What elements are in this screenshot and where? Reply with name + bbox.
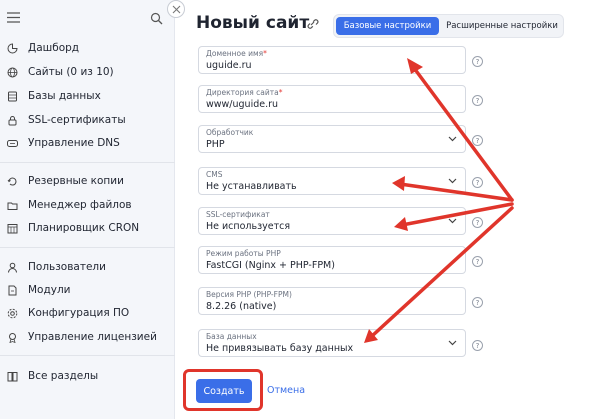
- help-icon[interactable]: ?: [472, 297, 483, 308]
- sidebar-top: [0, 8, 175, 32]
- site-directory-value: www/uguide.ru: [206, 99, 279, 110]
- sidebar-item-label: Планировщик CRON: [28, 222, 140, 234]
- chevron-down-icon: [448, 340, 457, 346]
- site-directory-label: Директория сайта*: [206, 88, 282, 97]
- sidebar-item-label: Конфигурация ПО: [28, 307, 130, 319]
- sidebar-item-label: Дашборд: [28, 42, 80, 54]
- sidebar-item-all-sections[interactable]: Все разделы: [0, 366, 175, 386]
- php-version-label: Версия PHP (PHP-FPM): [206, 290, 292, 299]
- chevron-down-icon: [448, 218, 457, 224]
- calendar-icon: [7, 223, 18, 234]
- required-mark: *: [263, 49, 267, 58]
- menu-icon[interactable]: [7, 12, 21, 24]
- lock-icon: [7, 115, 18, 126]
- sidebar-item-sites[interactable]: Сайты (0 из 10): [0, 62, 175, 82]
- sidebar-item-users[interactable]: Пользователи: [0, 257, 175, 277]
- required-mark: *: [278, 88, 283, 97]
- folder-icon: [7, 200, 18, 211]
- php-mode-value: FastCGI (Nginx + PHP-FPM): [206, 260, 335, 271]
- sidebar-divider: [0, 355, 175, 356]
- help-icon[interactable]: ?: [472, 217, 483, 228]
- domain-name-label: Доменное имя*: [206, 49, 267, 58]
- help-icon[interactable]: ?: [472, 256, 483, 267]
- php-version-select[interactable]: Версия PHP (PHP-FPM) 8.2.26 (native): [198, 287, 466, 315]
- book-icon: [7, 371, 18, 382]
- sidebar-item-label: Сайты (0 из 10): [28, 66, 114, 78]
- ssl-certificate-select[interactable]: SSL-сертификат Не используется: [198, 207, 466, 235]
- field-label-text: Доменное имя: [206, 49, 264, 58]
- dns-icon: [7, 138, 18, 149]
- create-button[interactable]: Создать: [196, 379, 252, 403]
- help-icon[interactable]: ?: [472, 95, 483, 106]
- sidebar-item-ssl[interactable]: SSL-сертификаты: [0, 110, 175, 130]
- chevron-down-icon: [448, 136, 457, 142]
- sidebar-item-dashboard[interactable]: Дашборд: [0, 38, 175, 58]
- handler-label: Обработчик: [206, 128, 254, 137]
- cms-select[interactable]: CMS Не устанавливать: [198, 167, 466, 195]
- close-button[interactable]: [167, 0, 185, 18]
- sidebar-item-cron[interactable]: Планировщик CRON: [0, 218, 175, 238]
- sidebar-item-databases[interactable]: Базы данных: [0, 86, 175, 106]
- link-icon[interactable]: [305, 16, 319, 30]
- php-mode-select[interactable]: Режим работы PHP FastCGI (Nginx + PHP-FP…: [198, 246, 466, 274]
- dashboard-icon: [7, 42, 18, 54]
- user-icon: [7, 262, 18, 273]
- settings-tabs: Базовые настройки Расширенные настройки: [333, 14, 564, 38]
- sidebar-item-label: Модули: [28, 284, 71, 296]
- sidebar-divider: [0, 247, 175, 248]
- page-title: Новый сайт: [196, 13, 310, 33]
- sidebar-item-modules[interactable]: Модули: [0, 280, 175, 300]
- domain-name-field[interactable]: Доменное имя* uguide.ru: [198, 46, 466, 74]
- close-icon: [172, 5, 180, 13]
- license-icon: [7, 332, 18, 343]
- ssl-certificate-value: Не используется: [206, 221, 291, 232]
- database-icon: [7, 91, 18, 102]
- sidebar-item-software-config[interactable]: Конфигурация ПО: [0, 303, 175, 323]
- help-icon[interactable]: ?: [472, 340, 483, 351]
- help-icon[interactable]: ?: [472, 56, 483, 67]
- handler-value: PHP: [206, 139, 225, 150]
- tab-basic-settings[interactable]: Базовые настройки: [336, 17, 439, 35]
- handler-select[interactable]: Обработчик PHP: [198, 125, 466, 153]
- sidebar-item-label: SSL-сертификаты: [28, 114, 126, 126]
- settings-icon: [7, 308, 18, 319]
- sidebar-item-license[interactable]: Управление лицензией: [0, 327, 175, 347]
- cms-value: Не устанавливать: [206, 181, 297, 192]
- sidebar-item-label: Управление DNS: [28, 137, 120, 149]
- sidebar-item-label: Управление лицензией: [28, 331, 157, 343]
- sidebar-item-label: Менеджер файлов: [28, 199, 132, 211]
- chevron-down-icon: [448, 178, 457, 184]
- database-label: База данных: [206, 332, 257, 341]
- php-version-value: 8.2.26 (native): [206, 301, 277, 312]
- database-value: Не привязывать базу данных: [206, 343, 354, 354]
- database-select[interactable]: База данных Не привязывать базу данных: [198, 329, 466, 357]
- cms-label: CMS: [206, 170, 223, 179]
- sidebar-item-file-manager[interactable]: Менеджер файлов: [0, 195, 175, 215]
- sidebar: Дашборд Сайты (0 из 10) Базы данных SSL-…: [0, 0, 175, 419]
- modules-icon: [7, 285, 18, 296]
- backup-icon: [7, 176, 18, 187]
- sidebar-item-label: Пользователи: [28, 261, 106, 273]
- sidebar-divider: [0, 162, 175, 163]
- tab-advanced-settings[interactable]: Расширенные настройки: [442, 17, 562, 35]
- site-directory-field[interactable]: Директория сайта* www/uguide.ru: [198, 85, 466, 113]
- globe-icon: [7, 67, 18, 78]
- search-icon[interactable]: [150, 10, 164, 25]
- sidebar-item-backups[interactable]: Резервные копии: [0, 171, 175, 191]
- sidebar-item-label: Базы данных: [28, 90, 101, 102]
- sidebar-item-dns[interactable]: Управление DNS: [0, 133, 175, 153]
- php-mode-label: Режим работы PHP: [206, 249, 281, 258]
- field-label-text: Директория сайта: [206, 88, 279, 97]
- sidebar-item-label: Все разделы: [28, 370, 99, 382]
- ssl-certificate-label: SSL-сертификат: [206, 210, 270, 219]
- domain-name-value: uguide.ru: [206, 60, 252, 71]
- help-icon[interactable]: ?: [472, 177, 483, 188]
- sidebar-item-label: Резервные копии: [28, 175, 124, 187]
- help-icon[interactable]: ?: [472, 135, 483, 146]
- cancel-link[interactable]: Отмена: [267, 385, 305, 396]
